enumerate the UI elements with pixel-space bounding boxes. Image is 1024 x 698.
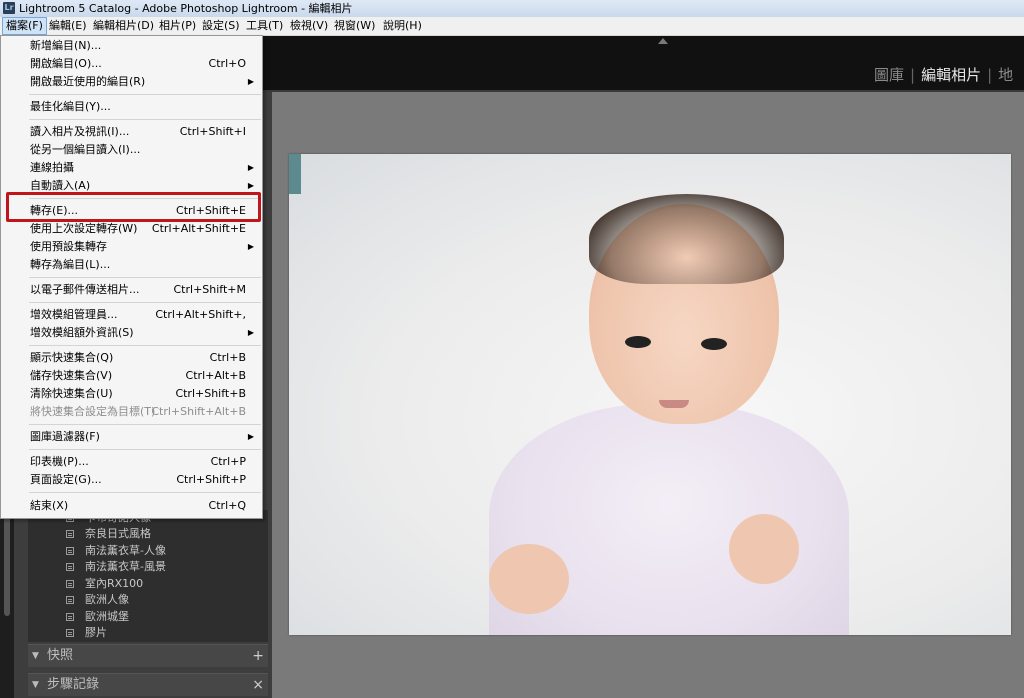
lightroom-app-icon: Lr (3, 2, 15, 14)
menu-item-save-quick-collection[interactable]: 儲存快速集合(V) Ctrl+Alt+B (1, 367, 262, 385)
presets-list: 卡布奇諾人像 奈良日式風格 南法薰衣草-人像 南法薰衣草-風景 室內RX100 … (28, 510, 268, 642)
photo-eye-right (701, 338, 727, 350)
preset-icon (66, 629, 74, 637)
menu-divider (29, 492, 261, 493)
module-divider: | (910, 66, 916, 84)
menu-item-show-quick-collection[interactable]: 顯示快速集合(Q) Ctrl+B (1, 349, 262, 367)
scrollbar[interactable] (4, 516, 10, 616)
menu-divider (29, 119, 261, 120)
menu-item-exit[interactable]: 結束(X) Ctrl+Q (1, 497, 262, 515)
menu-photo[interactable]: 相片(P) (156, 17, 199, 35)
menu-help[interactable]: 說明(H) (380, 17, 425, 35)
menu-divider (29, 94, 261, 95)
menu-item-import-from-catalog[interactable]: 從另一個編目讀入(I)... (1, 141, 262, 159)
menu-edit[interactable]: 編輯(E) (46, 17, 90, 35)
add-snapshot-button[interactable]: + (252, 645, 264, 667)
menu-item-export-with-preset[interactable]: 使用預設集轉存 ▶ (1, 238, 262, 256)
window-title: Lightroom 5 Catalog - Adobe Photoshop Li… (19, 2, 353, 15)
menu-divider (29, 449, 261, 450)
menu-item-page-setup[interactable]: 頁面設定(G)... Ctrl+Shift+P (1, 471, 262, 489)
menu-divider (29, 345, 261, 346)
photo-eye-left (625, 336, 651, 348)
menu-tools[interactable]: 工具(T) (243, 17, 286, 35)
menu-file[interactable]: 檔案(F) (2, 17, 47, 35)
photo-background-corner (289, 154, 301, 194)
menu-item-clear-quick-collection[interactable]: 清除快速集合(U) Ctrl+Shift+B (1, 385, 262, 403)
module-map[interactable]: 地 (998, 66, 1013, 84)
file-menu-dropdown: 新增編目(N)... 開啟編目(O)... Ctrl+O 開啟最近使用的編目(R)… (0, 35, 263, 519)
collapse-top-panel-icon[interactable] (658, 38, 668, 44)
menu-item-export-as-catalog[interactable]: 轉存為編目(L)... (1, 256, 262, 274)
menu-settings[interactable]: 設定(S) (199, 17, 243, 35)
menu-divider (29, 302, 261, 303)
menu-item-plugin-extras[interactable]: 增效模組額外資訊(S) ▶ (1, 324, 262, 342)
export-highlight-box (6, 192, 261, 222)
submenu-arrow-icon: ▶ (247, 328, 254, 337)
photo-hair (589, 194, 784, 284)
menu-item-optimize-catalog[interactable]: 最佳化編目(Y)... (1, 98, 262, 116)
preset-icon (66, 563, 74, 571)
menu-item-open-catalog[interactable]: 開啟編目(O)... Ctrl+O (1, 55, 262, 73)
collapse-triangle-icon: ▼ (32, 680, 39, 690)
menu-item-tethered-capture[interactable]: 連線拍攝 ▶ (1, 159, 262, 177)
clear-history-button[interactable]: × (252, 674, 264, 696)
snapshots-panel-header[interactable]: ▼ 快照 + (28, 644, 268, 667)
submenu-arrow-icon: ▶ (247, 163, 254, 172)
menu-item-export-with-previous[interactable]: 使用上次設定轉存(W) Ctrl+Alt+Shift+E (1, 220, 262, 238)
menu-item-library-filters[interactable]: 圖庫過濾器(F) ▶ (1, 428, 262, 446)
module-picker: 圖庫 | 編輯相片 | 地 (874, 64, 1019, 85)
menu-item-print[interactable]: 印表機(P)... Ctrl+P (1, 453, 262, 471)
preset-icon (66, 613, 74, 621)
menu-window[interactable]: 視窗(W) (331, 17, 378, 35)
submenu-arrow-icon: ▶ (247, 77, 254, 86)
menu-item-new-catalog[interactable]: 新增編目(N)... (1, 37, 262, 55)
menu-item-open-recent[interactable]: 開啟最近使用的編目(R) ▶ (1, 73, 262, 91)
photo-mouth (659, 400, 689, 408)
menu-bar: 檔案(F) 編輯(E) 編輯相片(D) 相片(P) 設定(S) 工具(T) 檢視… (0, 17, 1024, 36)
menu-view[interactable]: 檢視(V) (287, 17, 331, 35)
submenu-arrow-icon: ▶ (247, 432, 254, 441)
menu-item-import[interactable]: 讀入相片及視訊(I)... Ctrl+Shift+I (1, 123, 262, 141)
collapse-triangle-icon: ▼ (32, 651, 39, 661)
menu-develop[interactable]: 編輯相片(D) (90, 17, 157, 35)
history-panel-header[interactable]: ▼ 步驟記錄 × (28, 673, 268, 696)
module-library[interactable]: 圖庫 (874, 66, 904, 84)
menu-item-set-quick-collection-target: 將快速集合設定為目標(T) Ctrl+Shift+Alt+B (30, 405, 246, 418)
preset-icon (66, 596, 74, 604)
menu-item-email-photos[interactable]: 以電子郵件傳送相片... Ctrl+Shift+M (1, 281, 262, 299)
menu-divider (29, 424, 261, 425)
menu-item-plugin-manager[interactable]: 增效模組管理員... Ctrl+Alt+Shift+, (1, 306, 262, 324)
baby-photo[interactable] (289, 154, 1011, 635)
photo-left-hand (489, 544, 569, 614)
module-develop[interactable]: 編輯相片 (921, 66, 981, 84)
preset-icon (66, 530, 74, 538)
preset-icon (66, 547, 74, 555)
submenu-arrow-icon: ▶ (247, 242, 254, 251)
title-bar: Lr Lightroom 5 Catalog - Adobe Photoshop… (0, 0, 1024, 17)
preset-icon (66, 580, 74, 588)
menu-divider (29, 277, 261, 278)
module-divider: | (987, 66, 993, 84)
photo-right-hand (729, 514, 799, 584)
